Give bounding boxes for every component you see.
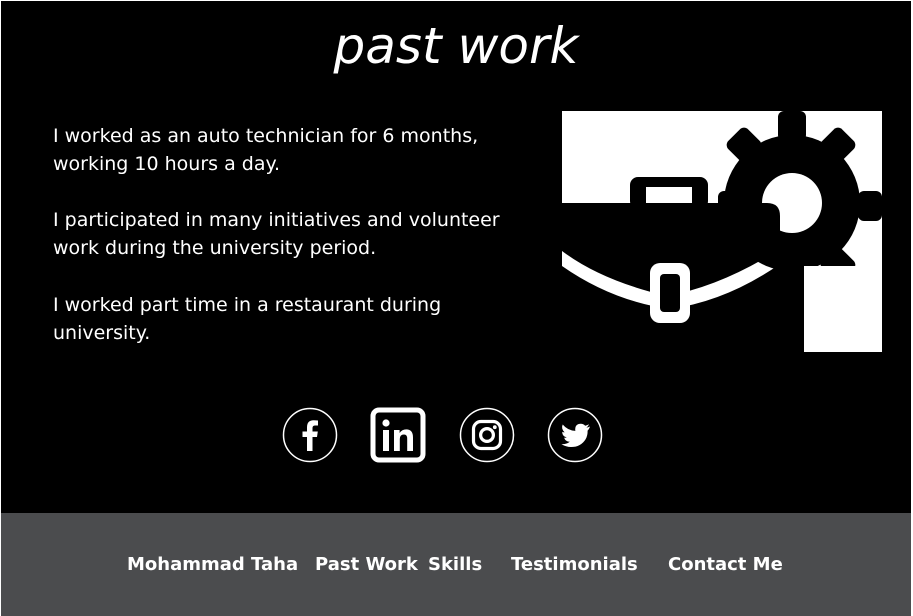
briefcase-gear-icon xyxy=(562,111,882,352)
social-links xyxy=(1,407,911,465)
nav-link-contact[interactable]: Contact Me xyxy=(668,553,783,577)
page: past work I worked as an auto technician… xyxy=(0,0,913,616)
past-work-section: past work I worked as an auto technician… xyxy=(1,1,911,513)
work-paragraph-3: I worked part time in a restaurant durin… xyxy=(53,294,442,344)
facebook-icon xyxy=(282,407,338,463)
facebook-link[interactable] xyxy=(282,407,338,463)
work-paragraph-2: I participated in many initiatives and v… xyxy=(53,209,500,259)
linkedin-link[interactable] xyxy=(370,407,426,463)
twitter-icon xyxy=(547,407,603,463)
nav-link-testimonials[interactable]: Testimonials xyxy=(511,553,638,577)
footer: Mohammad Taha Past Work Skills Testimoni… xyxy=(1,513,911,616)
twitter-link[interactable] xyxy=(547,407,603,463)
work-paragraph-1: I worked as an auto technician for 6 mon… xyxy=(53,125,479,175)
section-title: past work xyxy=(333,17,579,75)
nav-link-skills[interactable]: Skills xyxy=(428,553,482,577)
nav-link-home[interactable]: Mohammad Taha xyxy=(127,553,298,577)
linkedin-icon xyxy=(370,407,426,463)
instagram-icon xyxy=(459,407,515,463)
instagram-link[interactable] xyxy=(459,407,515,463)
nav-link-past-work[interactable]: Past Work xyxy=(315,553,418,577)
